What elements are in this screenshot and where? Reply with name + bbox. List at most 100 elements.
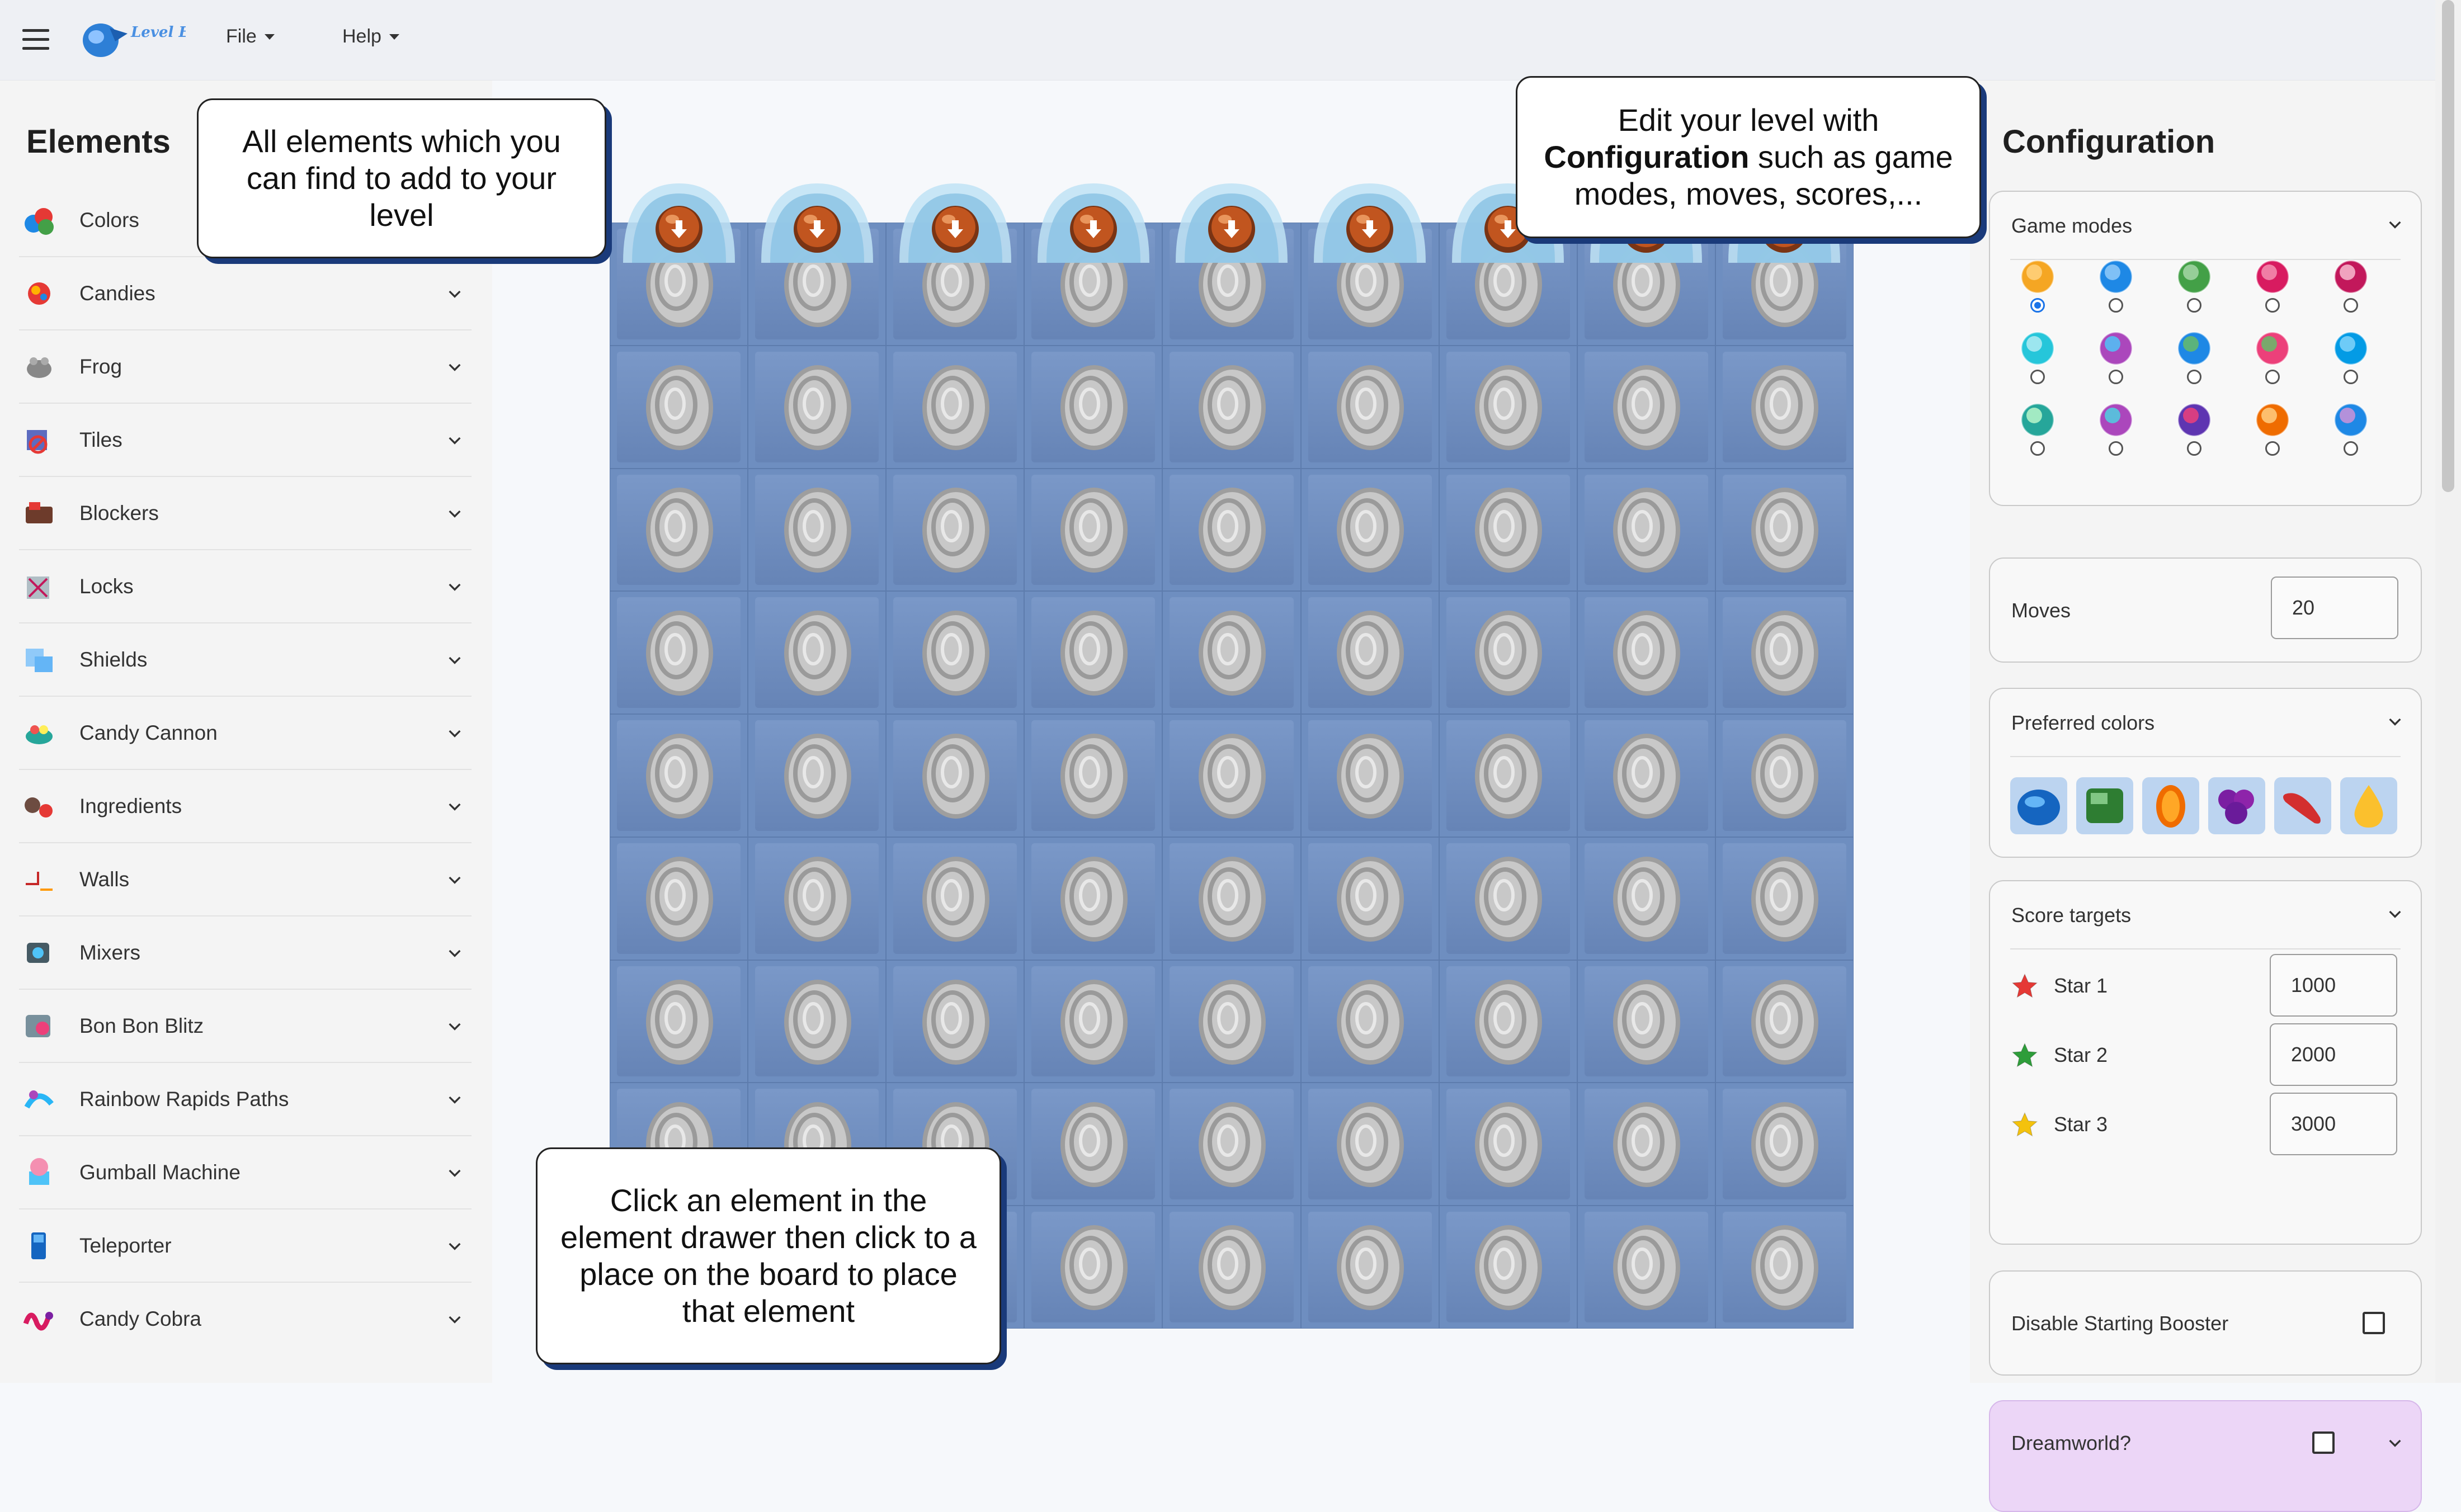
- board-cell[interactable]: [1300, 714, 1439, 837]
- board-cell[interactable]: [1577, 468, 1715, 592]
- hamburger-menu-icon[interactable]: [22, 29, 49, 50]
- board-cell[interactable]: [1300, 837, 1439, 960]
- game-mode-radio[interactable]: [2187, 370, 2201, 384]
- board-cell[interactable]: [1439, 960, 1577, 1083]
- game-mode-radio[interactable]: [2265, 370, 2280, 384]
- board-cell[interactable]: [610, 960, 748, 1083]
- board-cell[interactable]: [748, 591, 887, 715]
- element-category-gumball-machine[interactable]: Gumball Machine: [19, 1136, 472, 1209]
- board-cell[interactable]: [1300, 345, 1439, 469]
- board-cell[interactable]: [1024, 1083, 1163, 1206]
- board-cell[interactable]: [1024, 714, 1163, 837]
- game-mode-option[interactable]: [2169, 259, 2219, 320]
- board-cell[interactable]: [1577, 714, 1715, 837]
- chevron-down-icon[interactable]: [446, 651, 464, 669]
- board-cell[interactable]: [1439, 468, 1577, 592]
- board-cell[interactable]: [1439, 591, 1577, 715]
- game-mode-option[interactable]: [2012, 402, 2063, 464]
- game-mode-radio[interactable]: [2265, 298, 2280, 313]
- board-cell[interactable]: [1162, 1083, 1301, 1206]
- board-cell[interactable]: [610, 468, 748, 592]
- board-cell[interactable]: [610, 345, 748, 469]
- chevron-down-icon[interactable]: [2386, 1434, 2404, 1452]
- board-cell[interactable]: [886, 837, 1025, 960]
- blue-candy-swatch[interactable]: [2010, 777, 2067, 834]
- board-cell[interactable]: [1300, 591, 1439, 715]
- board-cell[interactable]: [886, 345, 1025, 469]
- board-cell[interactable]: [610, 714, 748, 837]
- board-cell[interactable]: [1439, 837, 1577, 960]
- game-mode-option[interactable]: [2247, 259, 2298, 320]
- candy-spawner-icon[interactable]: [757, 179, 878, 263]
- board-cell[interactable]: [1024, 960, 1163, 1083]
- board-cell[interactable]: [1300, 1083, 1439, 1206]
- game-mode-radio[interactable]: [2109, 370, 2123, 384]
- disable-booster-checkbox[interactable]: [2363, 1312, 2385, 1334]
- board-cell[interactable]: [1439, 1206, 1577, 1329]
- game-mode-option[interactable]: [2012, 259, 2063, 320]
- game-mode-radio[interactable]: [2265, 441, 2280, 456]
- board-cell[interactable]: [610, 837, 748, 960]
- game-mode-option[interactable]: [2169, 330, 2219, 392]
- file-menu[interactable]: File: [226, 26, 275, 48]
- board-cell[interactable]: [1024, 591, 1163, 715]
- game-mode-radio[interactable]: [2030, 441, 2045, 456]
- board-cell[interactable]: [1715, 960, 1854, 1083]
- chevron-down-icon[interactable]: [446, 944, 464, 962]
- element-category-blockers[interactable]: Blockers: [19, 477, 472, 550]
- chevron-down-icon[interactable]: [446, 504, 464, 522]
- chevron-down-icon[interactable]: [446, 1090, 464, 1108]
- board-cell[interactable]: [1439, 1083, 1577, 1206]
- board-cell[interactable]: [1300, 960, 1439, 1083]
- game-mode-radio[interactable]: [2109, 441, 2123, 456]
- element-category-tiles[interactable]: Tiles: [19, 404, 472, 477]
- game-mode-option[interactable]: [2091, 259, 2141, 320]
- element-category-rainbow-rapids-paths[interactable]: Rainbow Rapids Paths: [19, 1063, 472, 1136]
- game-mode-option[interactable]: [2091, 330, 2141, 392]
- board-cell[interactable]: [748, 714, 887, 837]
- board-cell[interactable]: [1162, 1206, 1301, 1329]
- orange-candy-swatch[interactable]: [2142, 777, 2199, 834]
- board-cell[interactable]: [1577, 837, 1715, 960]
- game-mode-radio[interactable]: [2187, 298, 2201, 313]
- board-cell[interactable]: [1162, 837, 1301, 960]
- element-category-frog[interactable]: Frog: [19, 330, 472, 404]
- board-cell[interactable]: [610, 591, 748, 715]
- chevron-down-icon[interactable]: [446, 797, 464, 815]
- game-mode-option[interactable]: [2247, 402, 2298, 464]
- board-cell[interactable]: [1162, 468, 1301, 592]
- board-cell[interactable]: [1024, 837, 1163, 960]
- chevron-down-icon[interactable]: [446, 1017, 464, 1035]
- element-category-candy-cannon[interactable]: Candy Cannon: [19, 697, 472, 770]
- board-cell[interactable]: [1300, 1206, 1439, 1329]
- board-cell[interactable]: [1577, 1083, 1715, 1206]
- page-scrollbar-thumb[interactable]: [2442, 0, 2454, 492]
- star-score-input[interactable]: 3000: [2270, 1093, 2397, 1155]
- candy-spawner-icon[interactable]: [1309, 179, 1430, 263]
- star-score-input[interactable]: 2000: [2270, 1023, 2397, 1086]
- chevron-down-icon[interactable]: [2386, 215, 2404, 233]
- board-cell[interactable]: [1715, 591, 1854, 715]
- candy-spawner-icon[interactable]: [619, 179, 739, 263]
- game-mode-option[interactable]: [2247, 330, 2298, 392]
- red-candy-swatch[interactable]: [2274, 777, 2331, 834]
- board-cell[interactable]: [886, 468, 1025, 592]
- board-cell[interactable]: [748, 837, 887, 960]
- chevron-down-icon[interactable]: [446, 1237, 464, 1255]
- element-category-locks[interactable]: Locks: [19, 550, 472, 623]
- board-cell[interactable]: [1577, 345, 1715, 469]
- game-mode-radio[interactable]: [2109, 298, 2123, 313]
- candy-spawner-icon[interactable]: [895, 179, 1016, 263]
- board-cell[interactable]: [1300, 468, 1439, 592]
- purple-candy-swatch[interactable]: [2208, 777, 2265, 834]
- game-mode-radio[interactable]: [2030, 370, 2045, 384]
- game-mode-option[interactable]: [2169, 402, 2219, 464]
- candy-spawner-icon[interactable]: [1033, 179, 1154, 263]
- chevron-down-icon[interactable]: [446, 431, 464, 449]
- element-category-walls[interactable]: Walls: [19, 843, 472, 916]
- element-category-bon-bon-blitz[interactable]: Bon Bon Blitz: [19, 990, 472, 1063]
- chevron-down-icon[interactable]: [446, 1310, 464, 1328]
- game-mode-option[interactable]: [2326, 402, 2376, 464]
- element-category-candies[interactable]: Candies: [19, 257, 472, 330]
- board-cell[interactable]: [1439, 714, 1577, 837]
